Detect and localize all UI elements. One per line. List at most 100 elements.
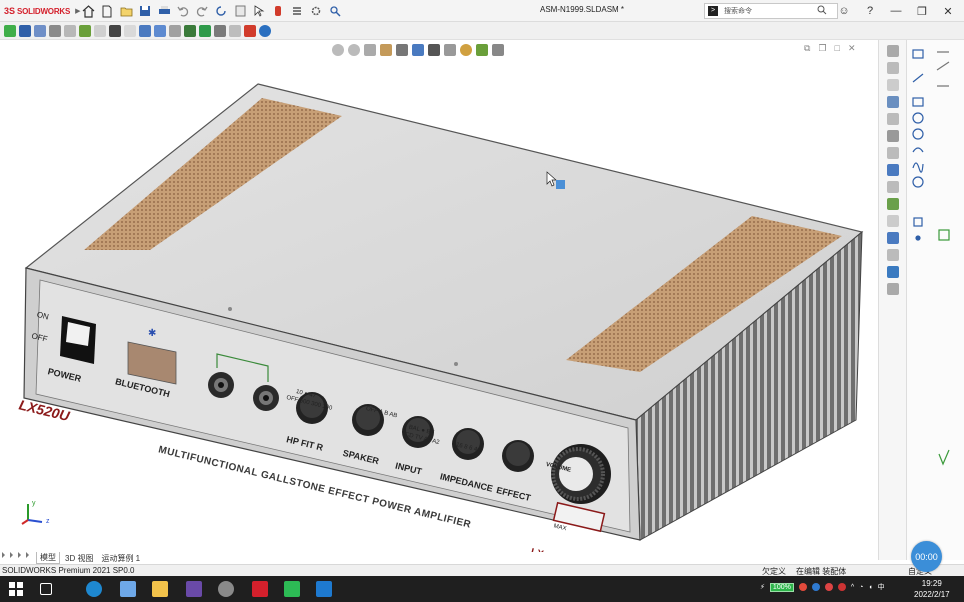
- tray-app-1-icon[interactable]: [798, 583, 807, 591]
- tool-3-icon[interactable]: [886, 79, 899, 91]
- traffic-light-icon[interactable]: [270, 3, 286, 19]
- dynamic-annotation-icon[interactable]: [396, 44, 408, 56]
- update-speedpak-icon[interactable]: [214, 24, 226, 37]
- wifi-icon[interactable]: ◔: [859, 584, 863, 591]
- user-account-icon[interactable]: ☺: [836, 3, 852, 19]
- print-icon[interactable]: [156, 3, 172, 19]
- solidworks-taskbar-icon[interactable]: [252, 581, 268, 597]
- app-logo[interactable]: 3S SOLIDWORKS ▶: [4, 5, 81, 17]
- tool-11-icon[interactable]: [886, 215, 899, 227]
- save-icon[interactable]: [137, 3, 153, 19]
- instant3d-icon[interactable]: [199, 24, 211, 37]
- tool-8-icon[interactable]: [886, 164, 899, 176]
- tool-2-icon[interactable]: [886, 62, 899, 74]
- view-settings-icon[interactable]: [492, 44, 504, 56]
- tray-app-4-icon[interactable]: [837, 583, 846, 591]
- search-magnifier-icon[interactable]: [327, 3, 343, 19]
- component-preview-icon[interactable]: [34, 24, 46, 37]
- paint-app-icon[interactable]: [218, 581, 234, 597]
- close-button[interactable]: ✕: [940, 3, 956, 19]
- viewport-restore-icon[interactable]: ❐: [818, 43, 826, 54]
- knob-label-effect: EFFECT: [495, 485, 532, 503]
- search-commands-input[interactable]: > 搜索命令: [704, 3, 838, 19]
- rebuild-icon[interactable]: [213, 3, 229, 19]
- tool-4-icon[interactable]: [886, 96, 899, 108]
- system-clock[interactable]: 19:29 2022/2/17: [914, 578, 950, 600]
- tool-6-icon[interactable]: [886, 130, 899, 142]
- recording-timer[interactable]: 00:00: [911, 541, 942, 572]
- search-icon[interactable]: [817, 5, 827, 17]
- tray-expand-icon[interactable]: ^: [851, 584, 854, 591]
- ime-icon[interactable]: 中: [878, 582, 885, 592]
- maximize-button[interactable]: ❐: [914, 3, 930, 19]
- open-icon[interactable]: [118, 3, 134, 19]
- mail-app-icon[interactable]: [316, 581, 332, 597]
- select-arrow-icon[interactable]: [251, 3, 267, 19]
- hide-show-items-icon[interactable]: [444, 44, 456, 56]
- tab-scroll-arrows[interactable]: [2, 552, 32, 558]
- settings-gear-icon[interactable]: [308, 3, 324, 19]
- notepad-icon[interactable]: [120, 581, 136, 597]
- volume-icon[interactable]: ◖: [868, 584, 872, 591]
- calculator-app-icon[interactable]: [186, 581, 202, 597]
- reference-geometry-icon[interactable]: [139, 24, 151, 37]
- redo-icon[interactable]: [194, 3, 210, 19]
- list-options-icon[interactable]: [289, 3, 305, 19]
- undo-icon[interactable]: [175, 3, 191, 19]
- file-properties-icon[interactable]: [232, 3, 248, 19]
- display-style-icon[interactable]: [428, 44, 440, 56]
- section-view-icon[interactable]: [380, 44, 392, 56]
- tab-3d-views[interactable]: 3D 视图: [62, 553, 96, 564]
- linear-pattern-icon[interactable]: [49, 24, 61, 37]
- smart-fasteners-icon[interactable]: [64, 24, 76, 37]
- tool-15-icon[interactable]: [886, 283, 899, 295]
- edit-appearance-icon[interactable]: [460, 44, 472, 56]
- task-view-icon[interactable]: [40, 583, 52, 595]
- tool-5-icon[interactable]: [886, 113, 899, 125]
- show-hidden-icon[interactable]: [94, 24, 106, 37]
- help-icon[interactable]: ?: [862, 3, 878, 19]
- insert-component-icon[interactable]: [4, 24, 16, 37]
- large-assembly-icon[interactable]: [244, 24, 256, 37]
- assembly-features-icon[interactable]: [124, 24, 136, 37]
- tool-9-icon[interactable]: [886, 181, 899, 193]
- tool-14-icon[interactable]: [886, 266, 899, 278]
- media-player-icon[interactable]: [284, 581, 300, 597]
- mate-icon[interactable]: [19, 24, 31, 37]
- tray-app-3-icon[interactable]: [824, 583, 833, 591]
- tool-10-icon[interactable]: [886, 198, 899, 210]
- tool-13-icon[interactable]: [886, 249, 899, 261]
- zoom-to-area-icon[interactable]: [348, 44, 360, 56]
- exploded-view-icon[interactable]: [184, 24, 196, 37]
- tray-app-2-icon[interactable]: [811, 583, 820, 591]
- file-explorer-icon[interactable]: [152, 581, 168, 597]
- tool-12-icon[interactable]: [886, 232, 899, 244]
- move-component-icon[interactable]: [79, 24, 91, 37]
- power-plug-icon[interactable]: ⚡: [760, 583, 765, 591]
- new-document-icon[interactable]: [99, 3, 115, 19]
- tool-7-icon[interactable]: [886, 147, 899, 159]
- sum-icon[interactable]: [109, 24, 121, 37]
- tool-1-icon[interactable]: [886, 45, 899, 57]
- take-snapshot-icon[interactable]: [229, 24, 241, 37]
- view-orientation-icon[interactable]: [412, 44, 424, 56]
- zoom-to-fit-icon[interactable]: [332, 44, 344, 56]
- viewport-close-icon[interactable]: ✕: [848, 43, 856, 54]
- viewport-split-icon[interactable]: ⧉: [804, 43, 810, 54]
- interference-detection-icon[interactable]: [259, 24, 271, 37]
- tab-model[interactable]: 模型: [36, 552, 60, 564]
- minimize-button[interactable]: —: [888, 3, 904, 19]
- bill-of-materials-icon[interactable]: [169, 24, 181, 37]
- previous-view-icon[interactable]: [364, 44, 376, 56]
- tab-motion-study[interactable]: 运动算例 1: [98, 553, 143, 564]
- home-icon[interactable]: [80, 3, 96, 19]
- apply-scene-icon[interactable]: [476, 44, 488, 56]
- edge-browser-icon[interactable]: [86, 581, 102, 597]
- heads-up-view-toolbar: [332, 43, 504, 57]
- viewport-maximize-icon[interactable]: □: [835, 43, 840, 54]
- battery-indicator[interactable]: 100%: [769, 582, 794, 592]
- new-motion-study-icon[interactable]: [154, 24, 166, 37]
- sketch-rect-icon[interactable]: [912, 49, 924, 59]
- windows-start-icon[interactable]: [8, 581, 24, 597]
- graphics-viewport[interactable]: ✱ ON OFF POWER BLUETOOTH LX520U MULTIFUN…: [0, 40, 878, 552]
